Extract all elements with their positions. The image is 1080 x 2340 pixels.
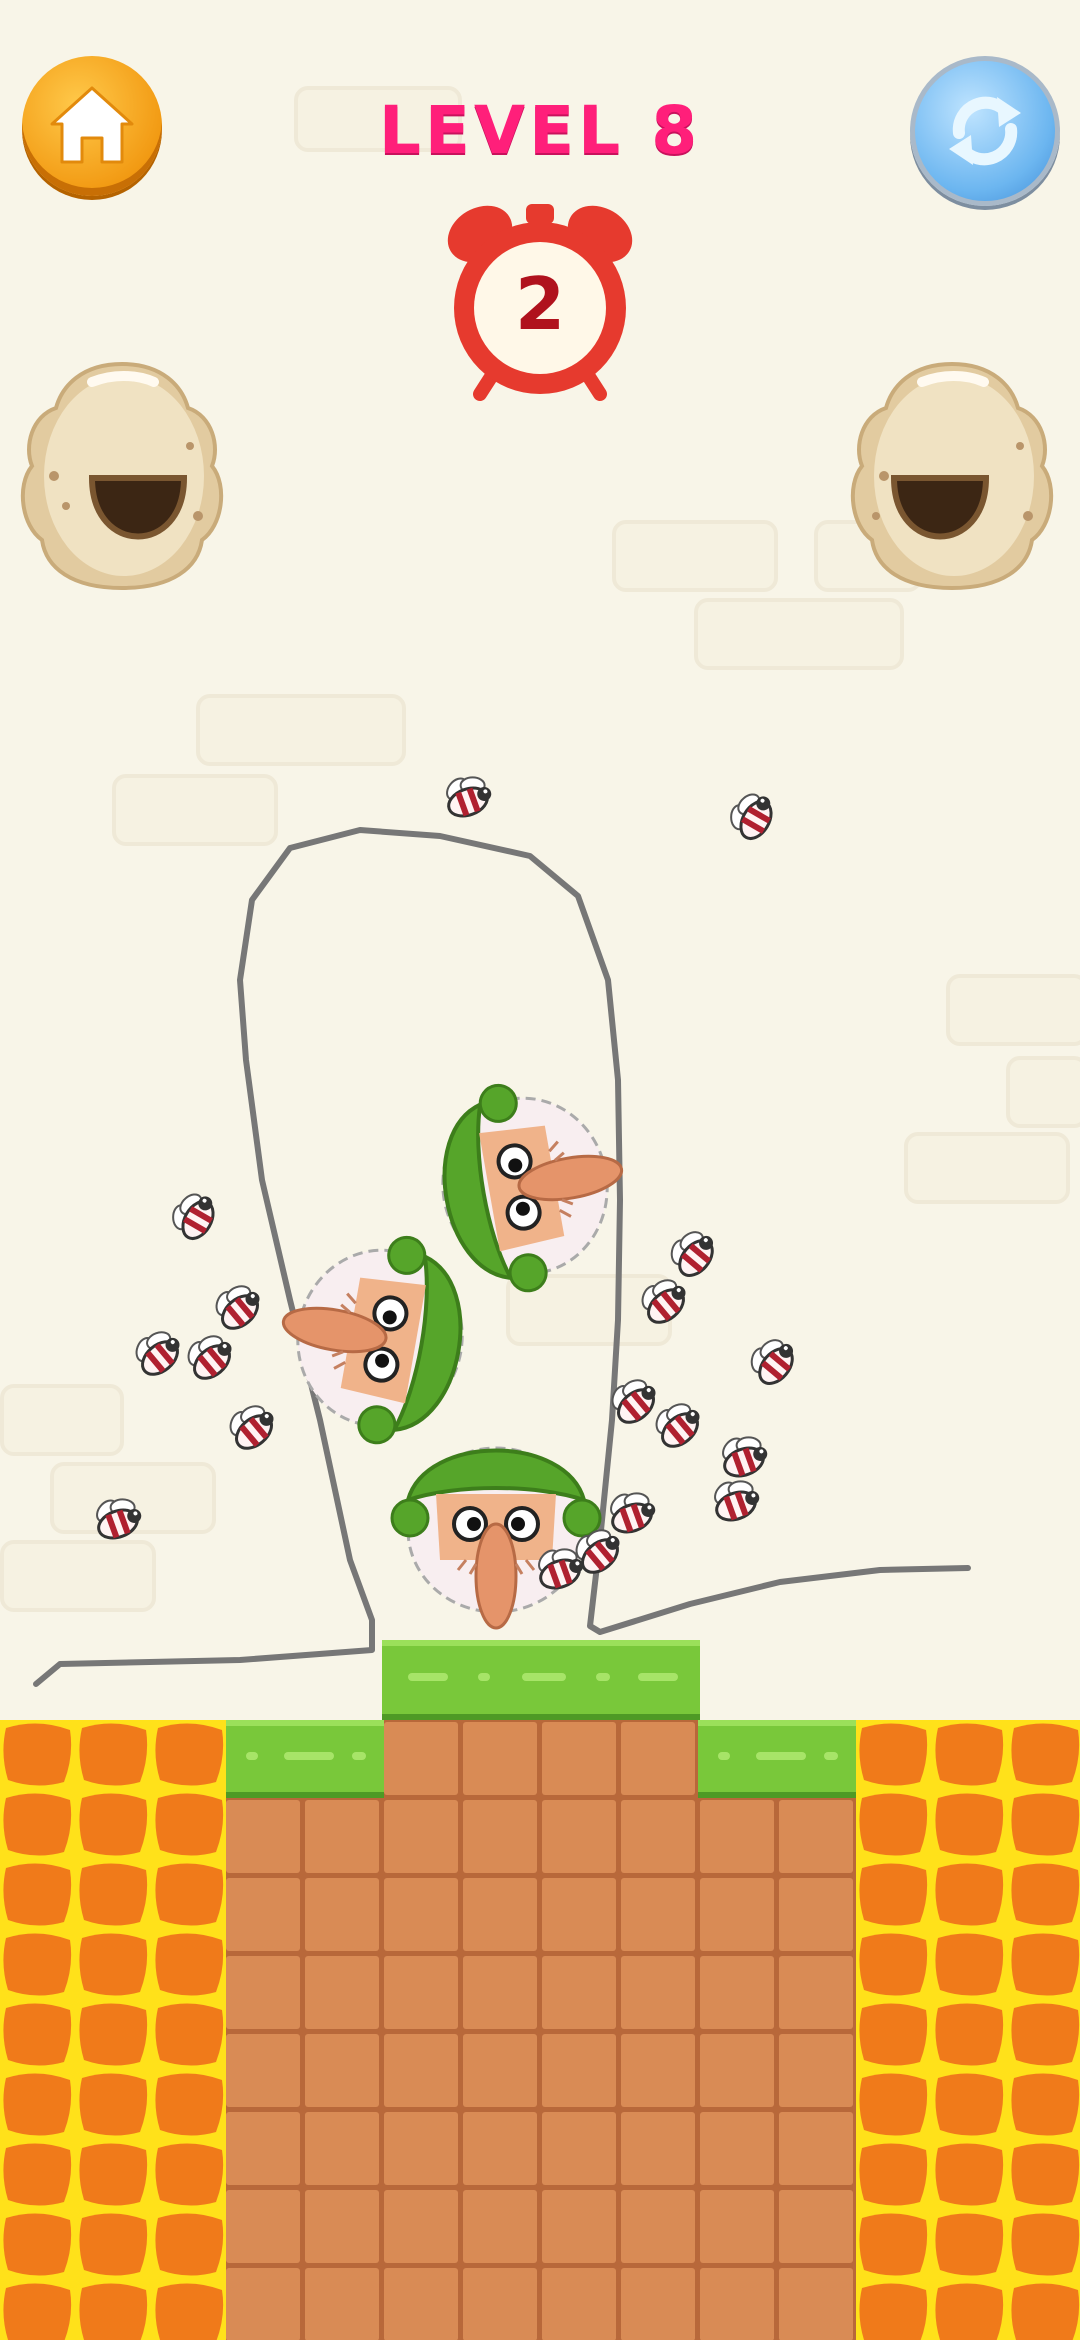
bee <box>87 1486 148 1545</box>
bee <box>161 1182 224 1246</box>
old-man-head <box>263 1216 481 1457</box>
bee <box>601 1480 662 1539</box>
bee <box>713 1424 774 1483</box>
bee <box>705 1468 766 1527</box>
bee <box>176 1322 242 1387</box>
bee <box>204 1272 270 1337</box>
bee <box>719 782 782 846</box>
bee <box>644 1390 710 1455</box>
bee <box>739 1326 804 1392</box>
game-stage[interactable]: LEVEL 8 2 <box>0 0 1080 2340</box>
bee <box>630 1266 696 1331</box>
bee <box>124 1318 190 1383</box>
old-man-head <box>424 1064 642 1305</box>
old-man-head <box>390 1446 602 1630</box>
bee <box>437 764 498 823</box>
bee <box>218 1392 284 1457</box>
scene-layer <box>33 764 971 1687</box>
bee <box>659 1218 724 1284</box>
